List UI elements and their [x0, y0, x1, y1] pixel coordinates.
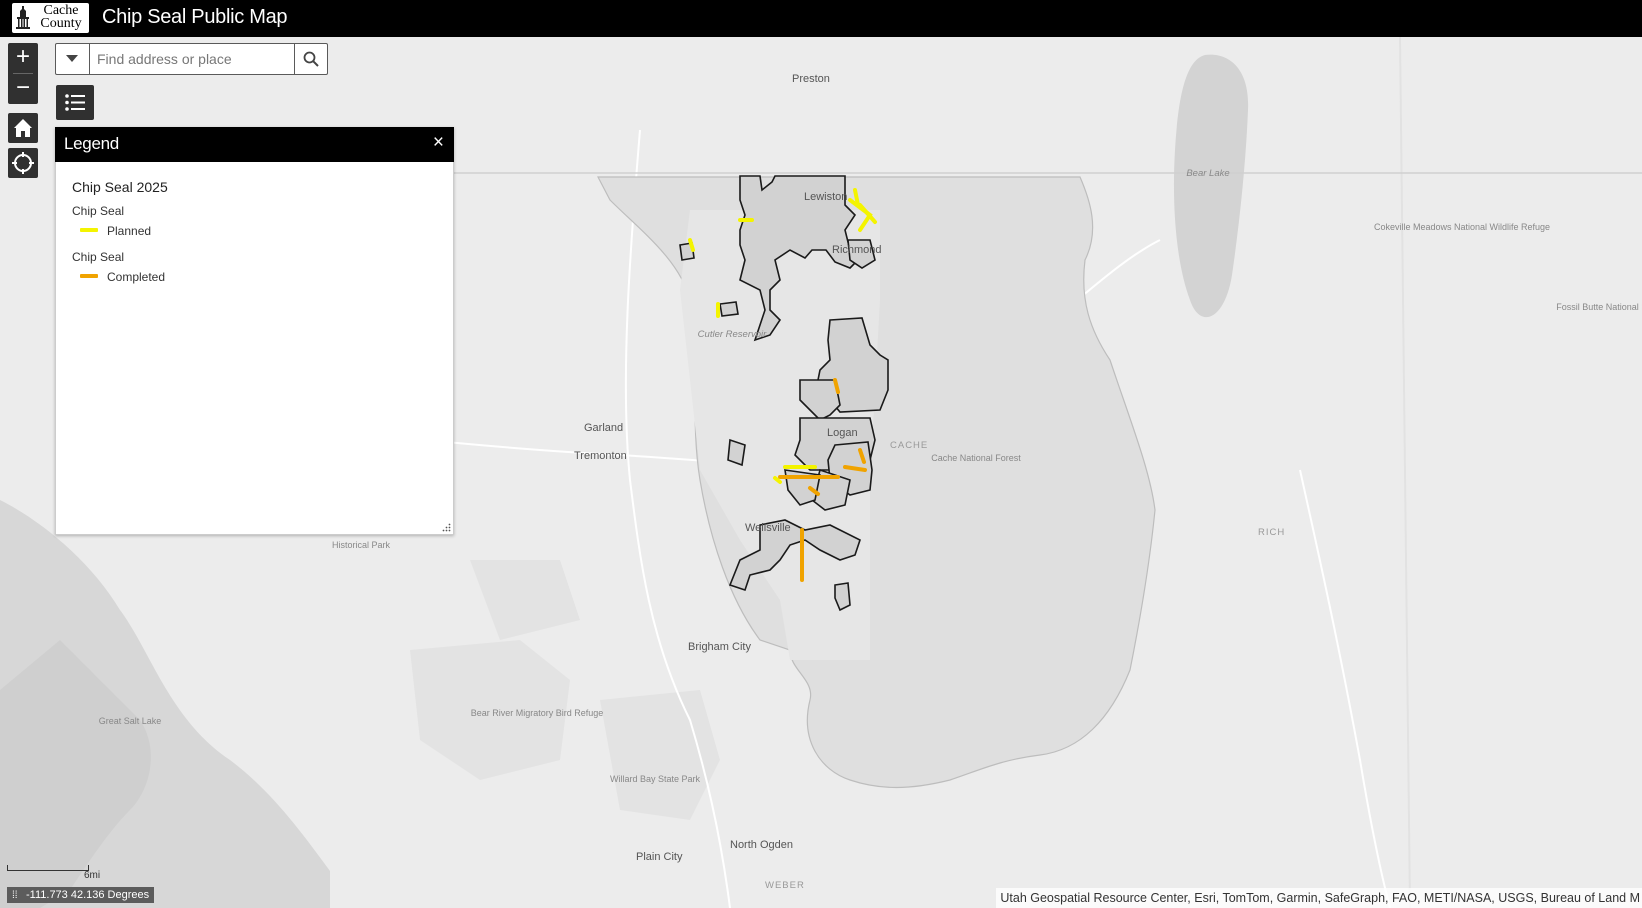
app-title: Chip Seal Public Map	[102, 6, 288, 28]
place-label: Lewiston	[804, 191, 847, 203]
search-icon	[303, 51, 319, 67]
locate-icon	[12, 152, 34, 174]
feature-label: Willard Bay State Park	[610, 774, 701, 784]
legend-group-label: Chip Seal	[72, 204, 125, 218]
place-label: Garland	[584, 422, 623, 434]
place-label: Brigham City	[688, 641, 751, 653]
place-label: Logan	[827, 427, 858, 439]
home-icon	[14, 119, 32, 137]
place-label: Plain City	[636, 851, 683, 863]
zoom-in-button[interactable]: +	[8, 43, 38, 73]
legend-title: Legend	[64, 134, 119, 153]
feature-label: Bear River Migratory Bird Refuge	[471, 708, 604, 718]
scale-bar	[7, 865, 89, 871]
locate-button[interactable]	[8, 148, 38, 178]
search-button[interactable]	[294, 44, 327, 74]
feature-label: Cokeville Meadows National Wildlife Refu…	[1374, 222, 1550, 232]
completed-swatch	[80, 274, 98, 278]
caret-down-icon	[66, 55, 78, 62]
feature-label: Fossil Butte National Monument	[1556, 302, 1642, 312]
map-attribution[interactable]: Utah Geospatial Resource Center, Esri, T…	[996, 888, 1642, 908]
scale-label: 6mi	[84, 870, 101, 881]
legend-close-button[interactable]: ×	[433, 133, 444, 153]
place-label: North Ogden	[730, 839, 793, 851]
coordinate-readout[interactable]: ⁞⁞ -111.773 42.136 Degrees	[7, 887, 155, 903]
cache-county-logo: Cache County	[12, 3, 89, 33]
legend-toggle-button[interactable]	[56, 85, 94, 120]
feature-label: Cache National Forest	[931, 453, 1021, 463]
zoom-out-button[interactable]: −	[8, 74, 38, 104]
courthouse-icon	[16, 6, 30, 29]
search-source-dropdown[interactable]	[56, 44, 90, 74]
home-button[interactable]	[8, 113, 38, 143]
planned-swatch	[80, 228, 98, 232]
resize-handle-icon[interactable]	[442, 523, 451, 532]
legend-header: Legend ×	[55, 127, 454, 162]
coordinate-text: -111.773 42.136 Degrees	[26, 889, 150, 901]
zoom-control: + −	[8, 43, 38, 104]
feature-label: Cutler Reservoir	[698, 329, 767, 340]
county-label: WEBER	[765, 880, 805, 891]
place-label: Richmond	[832, 244, 882, 256]
logo-text: Cache County	[40, 3, 82, 31]
search-widget	[55, 43, 328, 75]
legend-item-label: Planned	[107, 224, 152, 238]
place-label: Wellsville	[745, 522, 791, 534]
county-label: RICH	[1258, 527, 1285, 538]
feature-label: Historical Park	[332, 540, 391, 550]
feature-label: Great Salt Lake	[99, 716, 162, 726]
place-label: Preston	[792, 73, 830, 85]
legend-layer-title: Chip Seal 2025	[72, 179, 168, 195]
place-label: Tremonton	[574, 450, 627, 462]
app-header: Cache County Chip Seal Public Map	[0, 0, 1642, 37]
search-input[interactable]	[97, 49, 287, 69]
list-icon	[65, 94, 85, 111]
legend-group-label: Chip Seal	[72, 250, 125, 264]
county-label: CACHE	[890, 440, 928, 451]
legend-item-label: Completed	[107, 270, 166, 284]
feature-label: Bear Lake	[1186, 168, 1229, 179]
crosshair-icon: ⁞⁞	[12, 890, 18, 901]
legend-panel: Legend × Chip Seal 2025 Chip Seal Planne…	[55, 127, 454, 535]
